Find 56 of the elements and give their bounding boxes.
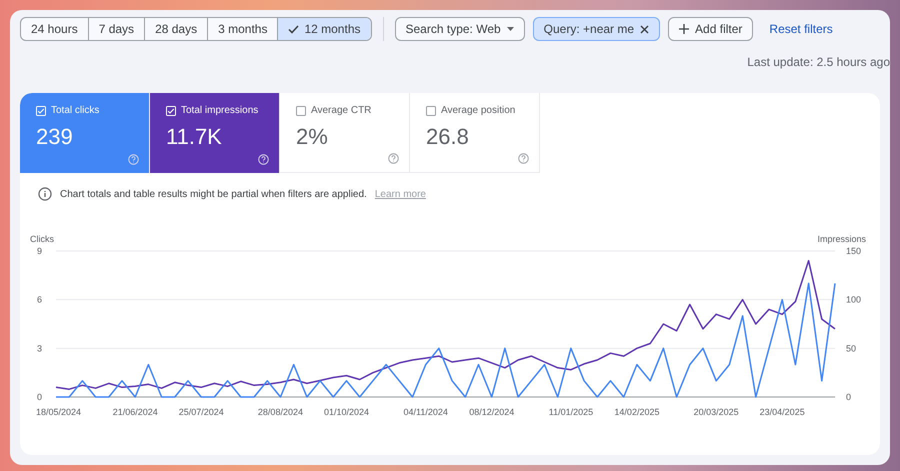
metric-value: 239: [36, 124, 74, 150]
date-range-tab[interactable]: 12 months: [277, 18, 370, 40]
help-icon[interactable]: [128, 154, 139, 165]
check-icon: [288, 24, 300, 34]
axis-label: 20/03/2025: [694, 407, 739, 417]
metric-label: Total clicks: [51, 105, 100, 116]
axis-label: 23/04/2025: [760, 407, 805, 417]
axis-label: 50: [846, 343, 856, 354]
axis-label: 25/07/2024: [178, 407, 224, 417]
help-icon[interactable]: [388, 153, 399, 164]
notice-text: Chart totals and table results might be partial when filters are applied.: [60, 188, 367, 200]
query-filter-chip[interactable]: Query: +near me: [532, 17, 660, 41]
close-icon[interactable]: [640, 24, 650, 34]
help-icon[interactable]: [518, 153, 529, 164]
date-range-tab[interactable]: 28 days: [144, 18, 208, 40]
checked-checkbox[interactable]: [36, 106, 46, 116]
metric-card[interactable]: Total impressions 11.7K: [150, 93, 280, 173]
checkbox[interactable]: [296, 106, 306, 116]
axis-label: 08/12/2024: [469, 407, 514, 417]
date-range-tab[interactable]: 7 days: [88, 18, 144, 40]
metric-value: 2%: [296, 124, 329, 150]
axis-label: 21/06/2024: [112, 407, 158, 417]
metric-label: Average position: [441, 105, 516, 116]
help-icon[interactable]: [258, 154, 269, 165]
add-filter-button[interactable]: Add filter: [668, 17, 754, 41]
metric-value: 26.8: [426, 124, 470, 150]
metric-card[interactable]: Total clicks 239: [20, 93, 150, 173]
metric-label: Average CTR: [311, 105, 372, 116]
axis-label: 0: [846, 392, 852, 402]
reset-filters-link[interactable]: Reset filters: [769, 22, 833, 36]
metric-card[interactable]: Average position 26.8: [410, 93, 540, 173]
axis-title: Impressions: [817, 234, 866, 244]
last-update-text: Last update: 2.5 hours ago: [747, 55, 890, 69]
axis-label: 28/08/2024: [258, 407, 303, 417]
search-type-dropdown[interactable]: Search type: Web: [394, 17, 525, 41]
axis-label: 11/01/2025: [548, 407, 594, 417]
axis-label: 6: [36, 294, 42, 305]
metric-card[interactable]: Average CTR 2%: [280, 93, 410, 173]
axis-label: 9: [36, 246, 42, 256]
axis-label: 150: [846, 246, 862, 256]
axis-label: 0: [36, 392, 42, 402]
axis-label: 04/11/2024: [404, 407, 448, 417]
axis-label: 18/05/2024: [36, 407, 82, 417]
info-icon: [38, 187, 52, 201]
axis-label: 3: [36, 343, 42, 354]
plus-icon: [679, 24, 690, 34]
caret-icon: [506, 27, 514, 31]
axis-title: Clicks: [30, 234, 54, 244]
axis-label: 01/10/2024: [324, 407, 369, 417]
axis-label: 100: [846, 294, 862, 305]
axis-label: 14/02/2025: [614, 407, 660, 417]
metric-label: Total impressions: [181, 105, 258, 116]
date-range-tab[interactable]: 24 hours: [21, 18, 88, 40]
metric-value: 11.7K: [166, 124, 223, 150]
checkbox[interactable]: [426, 106, 436, 116]
checked-checkbox[interactable]: [166, 106, 176, 116]
